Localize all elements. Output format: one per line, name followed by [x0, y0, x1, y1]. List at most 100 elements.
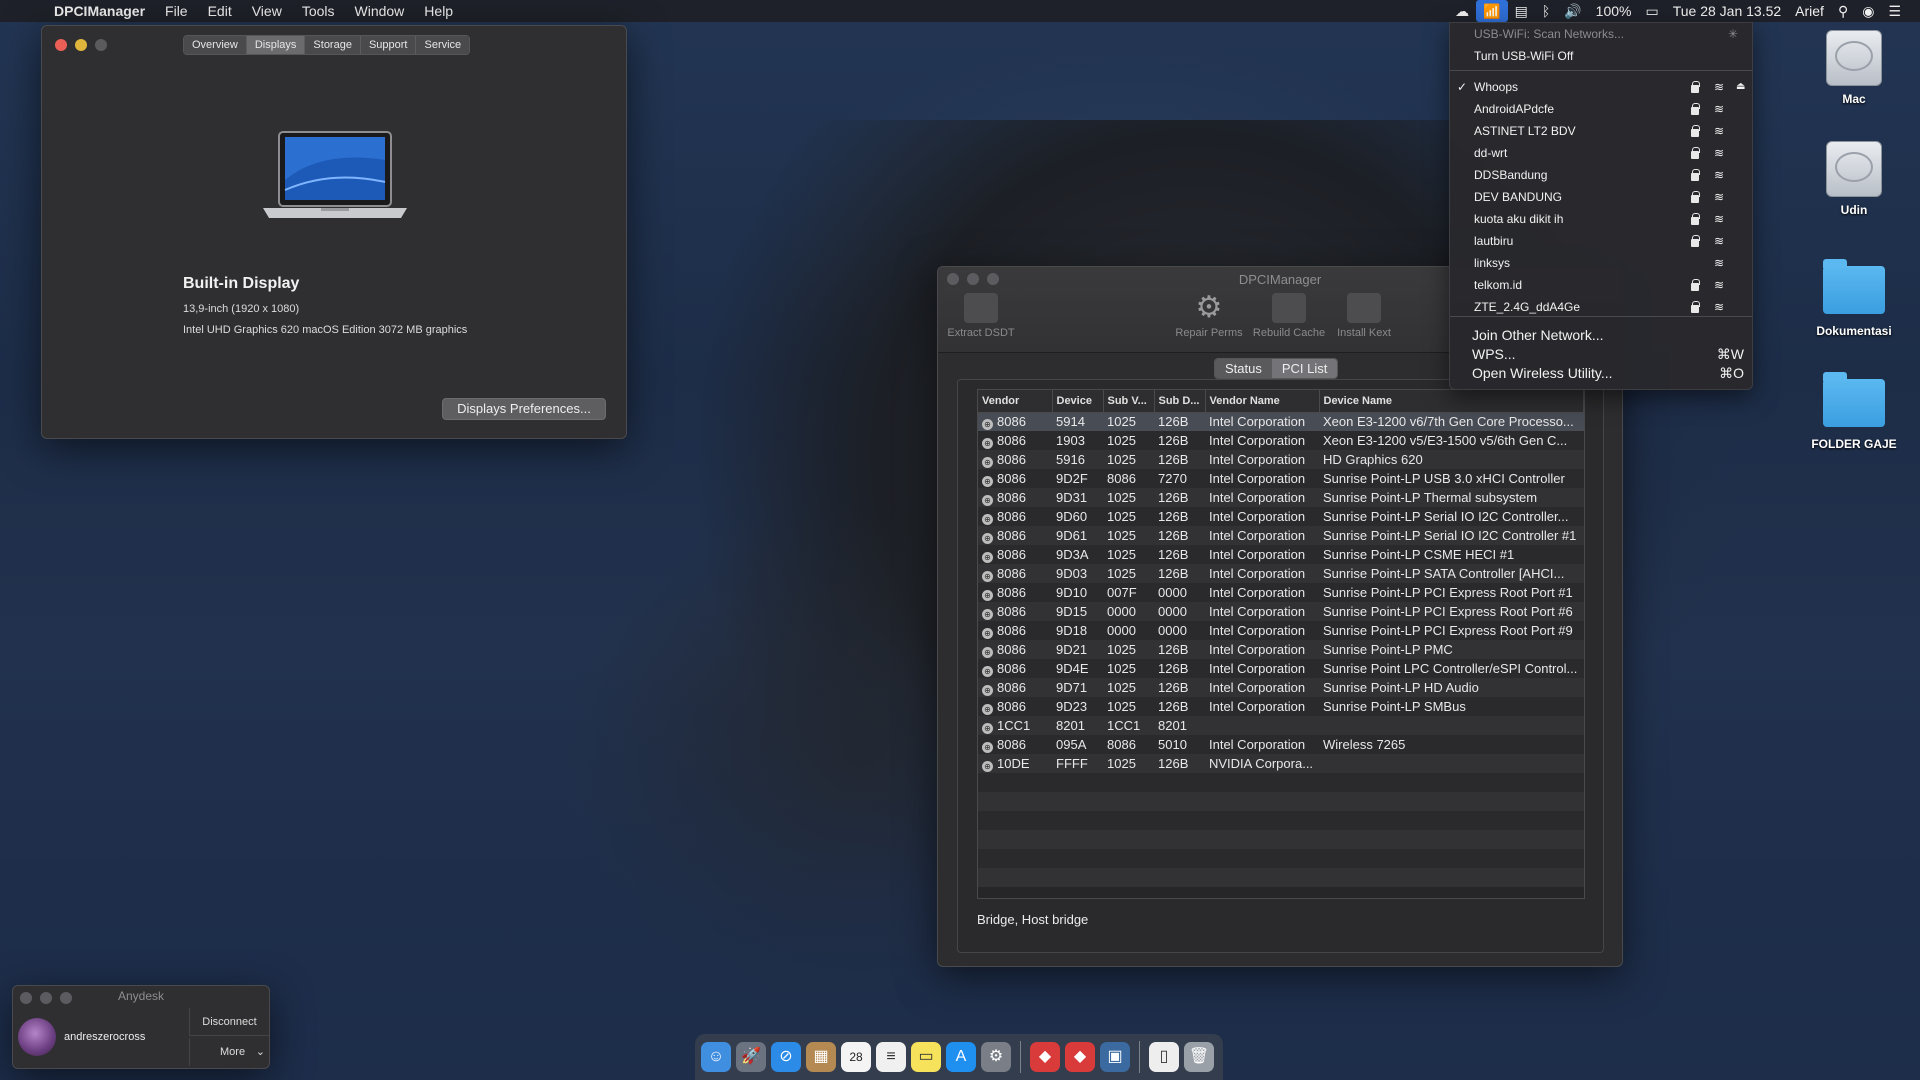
close-button[interactable]	[55, 39, 67, 51]
tab-displays[interactable]: Displays	[246, 36, 306, 54]
app-menu[interactable]: DPCIManager	[40, 0, 155, 22]
wifi-network-item[interactable]: AndroidAPdcfe ≋	[1450, 99, 1752, 119]
wifi-network-item[interactable]: telkom.id ≋	[1450, 275, 1752, 295]
table-row[interactable]: ⊕ 8086 5916 1025 126B Intel Corporation HD Gra…	[978, 450, 1584, 469]
table-row[interactable]: ⊕ 8086 9D60 1025 126B Intel Corporation Sunris…	[978, 507, 1584, 526]
wifi-menu-icon[interactable]: 📶	[1476, 0, 1508, 22]
rebuild-cache-button[interactable]: Rebuild Cache	[1251, 293, 1327, 339]
contacts-icon[interactable]: ▦	[806, 1042, 836, 1072]
col-vendor[interactable]: Vendor	[978, 390, 1053, 413]
table-row[interactable]: ⊕ 8086 9D18 0000 0000 Intel Corporation Sunris…	[978, 621, 1584, 640]
wifi-network-item[interactable]: ✓ Whoops ≋ ⏏	[1450, 77, 1752, 97]
wifi-network-item[interactable]: DEV BANDUNG ≋	[1450, 187, 1752, 207]
install-kext-button[interactable]: Install Kext	[1331, 293, 1397, 339]
documents-stack-icon[interactable]: ▯	[1149, 1042, 1179, 1072]
table-row[interactable]: ⊕ 8086 9D03 1025 126B Intel Corporation Sunris…	[978, 564, 1584, 583]
battery-icon[interactable]: ▭	[1638, 0, 1665, 22]
desktop-icon-folder-gaje[interactable]: FOLDER GAJE	[1804, 371, 1904, 451]
pci-list-table[interactable]: Vendor Device Sub V... Sub D... Vendor N…	[977, 389, 1585, 899]
col-sub-device[interactable]: Sub D...	[1154, 390, 1206, 413]
tab-storage[interactable]: Storage	[305, 36, 361, 54]
col-vendor-name[interactable]: Vendor Name	[1205, 390, 1320, 413]
col-device[interactable]: Device	[1052, 390, 1104, 413]
table-row[interactable]: ⊕ 8086 9D21 1025 126B Intel Corporation Sunris…	[978, 640, 1584, 659]
table-row[interactable]: ⊕ 8086 9D61 1025 126B Intel Corporation Sunris…	[978, 526, 1584, 545]
wifi-network-item[interactable]: DDSBandung ≋	[1450, 165, 1752, 185]
table-row[interactable]: ⊕ 8086 5914 1025 126B Intel Corporation Xeon E…	[978, 412, 1584, 431]
open-wireless-utility-item[interactable]: Open Wireless Utility... ⌘O	[1450, 363, 1752, 383]
cell-text: 7270	[1158, 471, 1187, 486]
repair-perms-button[interactable]: ⚙ Repair Perms	[1173, 293, 1245, 340]
anydesk-dock-icon[interactable]: ◆	[1030, 1042, 1060, 1072]
safari-icon[interactable]: ⊘	[771, 1042, 801, 1072]
reminders-icon[interactable]: ≡	[876, 1042, 906, 1072]
app-store-icon[interactable]: A	[946, 1042, 976, 1072]
menu-window[interactable]: Window	[345, 0, 415, 22]
notification-center-icon[interactable]: ☰	[1881, 0, 1908, 22]
menu-edit[interactable]: Edit	[198, 0, 242, 22]
tab-pci-list[interactable]: PCI List	[1271, 359, 1338, 378]
zoom-button[interactable]	[95, 39, 107, 51]
finder-icon[interactable]: ☺	[701, 1042, 731, 1072]
desktop-icon-mac[interactable]: Mac	[1804, 30, 1904, 106]
anydesk-session-icon[interactable]: ◆	[1065, 1042, 1095, 1072]
wifi-network-item[interactable]: ZTE_2.4G_ddA4Ge ≋	[1450, 297, 1752, 317]
join-other-network-item[interactable]: Join Other Network...	[1450, 325, 1752, 345]
table-row[interactable]: ⊕ 8086 9D2F 8086 7270 Intel Corporation Sunris…	[978, 469, 1584, 488]
launchpad-icon[interactable]: 🚀	[736, 1042, 766, 1072]
cloud-status-icon[interactable]: ☁	[1448, 0, 1476, 22]
siri-icon[interactable]: ◉	[1855, 0, 1881, 22]
tab-status[interactable]: Status	[1215, 359, 1272, 378]
cell-text: 8086	[997, 508, 1026, 524]
table-row[interactable]: ⊕ 8086 9D15 0000 0000 Intel Corporation Sunris…	[978, 602, 1584, 621]
wifi-network-item[interactable]: lautbiru ≋	[1450, 231, 1752, 251]
menu-tools[interactable]: Tools	[292, 0, 345, 22]
more-button[interactable]: More ⌄	[189, 1038, 269, 1066]
cell-vendor-name: Intel Corporation	[1205, 545, 1319, 564]
battery-percent[interactable]: 100%	[1589, 0, 1639, 22]
user-menu[interactable]: Arief	[1788, 0, 1831, 22]
wps-item[interactable]: WPS... ⌘W	[1450, 344, 1752, 364]
tab-support[interactable]: Support	[360, 36, 417, 54]
tab-service[interactable]: Service	[416, 36, 470, 54]
displays-preferences-button[interactable]: Displays Preferences...	[442, 398, 606, 420]
cell-sub-vendor: 1025	[1103, 545, 1154, 564]
table-row[interactable]: ⊕ 8086 1903 1025 126B Intel Corporation Xeon E…	[978, 431, 1584, 450]
menu-help[interactable]: Help	[414, 0, 463, 22]
minimize-button[interactable]	[75, 39, 87, 51]
wifi-network-item[interactable]: linksys ≋	[1450, 253, 1752, 273]
calendar-icon[interactable]: 28	[841, 1042, 871, 1072]
table-row[interactable]: ⊕ 1CC1 8201 1CC1 8201	[978, 716, 1584, 735]
table-row[interactable]: ⊕ 8086 9D31 1025 126B Intel Corporation Sunris…	[978, 488, 1584, 507]
col-device-name[interactable]: Device Name	[1319, 390, 1584, 413]
system-preferences-icon[interactable]: ⚙	[981, 1042, 1011, 1072]
wifi-network-item[interactable]: ASTINET LT2 BDV ≋	[1450, 121, 1752, 141]
clock[interactable]: Tue 28 Jan 13.52	[1666, 0, 1788, 22]
turn-wifi-off-item[interactable]: Turn USB-WiFi Off	[1450, 46, 1752, 66]
wifi-network-item[interactable]: kuota aku dikit ih ≋	[1450, 209, 1752, 229]
spotlight-search-icon[interactable]: ⚲	[1831, 0, 1855, 22]
extract-dsdt-button[interactable]: Extract DSDT	[945, 293, 1017, 339]
table-row[interactable]: ⊕ 8086 095A 8086 5010 Intel Corporation Wirele…	[978, 735, 1584, 754]
table-row[interactable]: ⊕ 8086 9D3A 1025 126B Intel Corporation Sunris…	[978, 545, 1584, 564]
table-row[interactable]: ⊕ 10DE FFFF 1025 126B NVIDIA Corpora...	[978, 754, 1584, 773]
col-sub-vendor[interactable]: Sub V...	[1103, 390, 1155, 413]
disconnect-button[interactable]: Disconnect	[189, 1008, 269, 1036]
volume-icon[interactable]: 🔊	[1557, 0, 1588, 22]
activity-monitor-icon[interactable]: ▤	[1508, 0, 1535, 22]
eject-icon[interactable]: ⏏	[1736, 77, 1745, 97]
dpcimanager-dock-icon[interactable]: ▣	[1100, 1042, 1130, 1072]
desktop-icon-dokumentasi[interactable]: Dokumentasi	[1804, 258, 1904, 338]
bluetooth-icon[interactable]: ᛒ	[1535, 0, 1557, 22]
table-row[interactable]: ⊕ 8086 9D4E 1025 126B Intel Corporation Sunris…	[978, 659, 1584, 678]
menu-view[interactable]: View	[242, 0, 292, 22]
notes-icon[interactable]: ▭	[911, 1042, 941, 1072]
desktop-icon-udin[interactable]: Udin	[1804, 141, 1904, 217]
trash-icon[interactable]: 🗑	[1184, 1042, 1214, 1072]
wifi-network-item[interactable]: dd-wrt ≋	[1450, 143, 1752, 163]
menu-file[interactable]: File	[155, 0, 198, 22]
tab-overview[interactable]: Overview	[184, 36, 247, 54]
table-row[interactable]: ⊕ 8086 9D71 1025 126B Intel Corporation Sunris…	[978, 678, 1584, 697]
table-row[interactable]: ⊕ 8086 9D10 007F 0000 Intel Corporation Sunris…	[978, 583, 1584, 602]
table-row[interactable]: ⊕ 8086 9D23 1025 126B Intel Corporation Sunris…	[978, 697, 1584, 716]
